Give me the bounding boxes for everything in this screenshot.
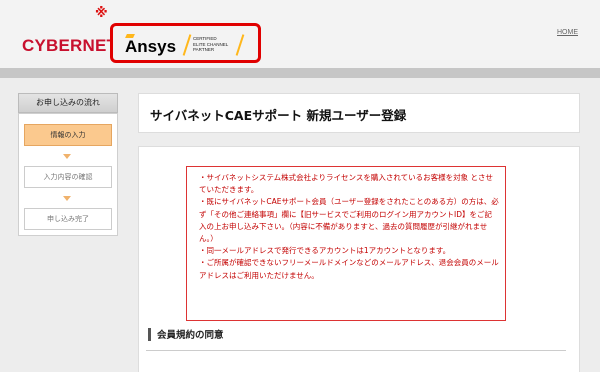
terms-section-header: 会員規約の同意	[146, 322, 566, 351]
ansys-partner-badge: Ansys CERTIFIED ELITE CHANNEL PARTNER	[110, 23, 261, 63]
step-confirm: 入力内容の確認	[24, 166, 112, 188]
page-title-box: サイバネットCAEサポート 新規ユーザー登録	[138, 93, 580, 133]
step-complete: 申し込み完了	[24, 208, 112, 230]
step-arrow-down	[63, 196, 71, 201]
certified-partner-text: CERTIFIED ELITE CHANNEL PARTNER	[193, 36, 228, 53]
header-band	[0, 68, 600, 78]
section-marker	[148, 328, 151, 341]
site-header: CYBERNET ※ Ansys CERTIFIED ELITE CHANNEL…	[0, 0, 600, 68]
note-mark: ※	[95, 6, 108, 21]
home-link[interactable]: HOME	[557, 29, 578, 36]
terms-section-title: 会員規約の同意	[157, 330, 224, 341]
notice-item: ・サイバネットシステム株式会社よりライセンスを購入されているお客様を対象 とさせ…	[199, 173, 493, 195]
cert-line-3: PARTNER	[193, 47, 215, 52]
ansys-logo-text: Ansys	[125, 37, 177, 56]
page-title: サイバネットCAEサポート 新規ユーザー登録	[150, 108, 407, 123]
notice-item: ・ご所属が確認できないフリーメールドメインなどのメールアドレス、退会会員のメール…	[199, 258, 499, 280]
flow-steps-panel: 情報の入力 入力内容の確認 申し込み完了	[18, 113, 118, 236]
badge-slash-right	[235, 34, 245, 56]
step-input-info: 情報の入力	[24, 124, 112, 146]
notice-item: ・既にサイバネットCAEサポート会員（ユーザー登録をされたことのある方）の方は、…	[199, 197, 499, 244]
step-arrow-down	[63, 154, 71, 159]
main-content: ・サイバネットシステム株式会社よりライセンスを購入されているお客様を対象 とさせ…	[138, 146, 580, 372]
notice-box: ・サイバネットシステム株式会社よりライセンスを購入されているお客様を対象 とさせ…	[186, 166, 506, 321]
notice-item: ・同一メールアドレスで発行できるアカウントは1アカウントとなります。	[199, 246, 451, 256]
ansys-logo: Ansys	[125, 37, 176, 57]
badge-slash-left	[182, 34, 192, 56]
flow-title: お申し込みの流れ	[18, 93, 118, 113]
cybernet-logo[interactable]: CYBERNET	[22, 36, 117, 56]
